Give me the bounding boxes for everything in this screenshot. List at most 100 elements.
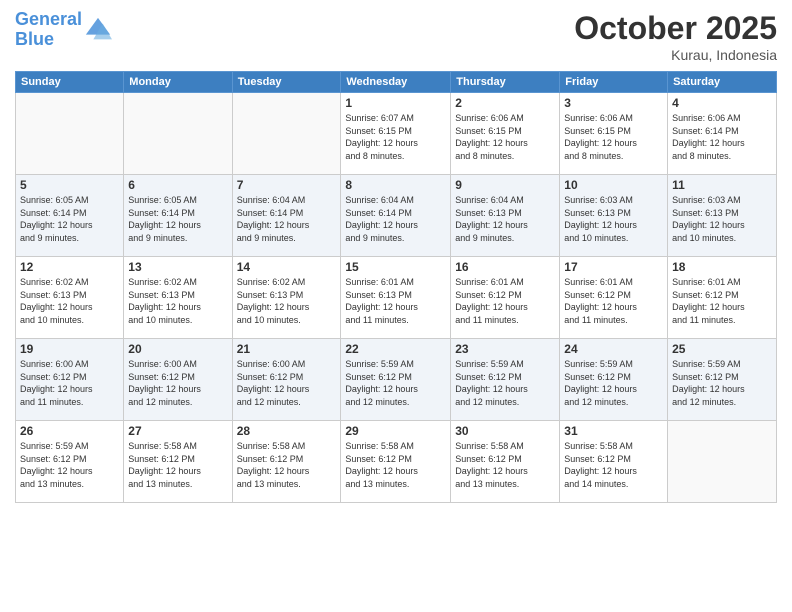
day-info: Sunrise: 5:58 AM Sunset: 6:12 PM Dayligh… (455, 440, 555, 490)
calendar-cell: 30 Sunrise: 5:58 AM Sunset: 6:12 PM Dayli… (451, 421, 560, 503)
day-info: Sunrise: 6:03 AM Sunset: 6:13 PM Dayligh… (564, 194, 663, 244)
day-info: Sunrise: 6:06 AM Sunset: 6:15 PM Dayligh… (455, 112, 555, 162)
day-info: Sunrise: 5:58 AM Sunset: 6:12 PM Dayligh… (128, 440, 227, 490)
calendar-cell: 14 Sunrise: 6:02 AM Sunset: 6:13 PM Dayli… (232, 257, 341, 339)
day-number: 9 (455, 178, 555, 192)
calendar-cell: 23Sunrise: 5:59 AM Sunset: 6:12 PM Dayli… (451, 339, 560, 421)
day-info: Sunrise: 6:06 AM Sunset: 6:14 PM Dayligh… (672, 112, 772, 162)
weekday-header-row: SundayMondayTuesdayWednesdayThursdayFrid… (16, 72, 777, 93)
day-info: Sunrise: 6:02 AM Sunset: 6:13 PM Dayligh… (20, 276, 119, 326)
day-info: Sunrise: 6:01 AM Sunset: 6:13 PM Dayligh… (345, 276, 446, 326)
day-number: 21 (237, 342, 337, 356)
day-number: 22 (345, 342, 446, 356)
day-number: 28 (237, 424, 337, 438)
day-number: 17 (564, 260, 663, 274)
weekday-header-monday: Monday (124, 72, 232, 93)
calendar-cell: 22 Sunrise: 5:59 AM Sunset: 6:12 PM Dayli… (341, 339, 451, 421)
calendar-cell: 27 Sunrise: 5:58 AM Sunset: 6:12 PM Dayli… (124, 421, 232, 503)
day-info: Sunrise: 6:00 AM Sunset: 6:12 PM Dayligh… (237, 358, 337, 408)
day-info: Sunrise: 5:59 AM Sunset: 6:12 PM Dayligh… (672, 358, 772, 408)
weekday-header-tuesday: Tuesday (232, 72, 341, 93)
calendar-cell: 28 Sunrise: 5:58 AM Sunset: 6:12 PM Dayli… (232, 421, 341, 503)
calendar-cell: 5 Sunrise: 6:05 AM Sunset: 6:14 PM Daylig… (16, 175, 124, 257)
calendar-cell: 15 Sunrise: 6:01 AM Sunset: 6:13 PM Dayli… (341, 257, 451, 339)
day-number: 27 (128, 424, 227, 438)
day-info: Sunrise: 6:00 AM Sunset: 6:12 PM Dayligh… (128, 358, 227, 408)
weekday-header-sunday: Sunday (16, 72, 124, 93)
day-info: Sunrise: 6:02 AM Sunset: 6:13 PM Dayligh… (237, 276, 337, 326)
day-info: Sunrise: 6:03 AM Sunset: 6:13 PM Dayligh… (672, 194, 772, 244)
calendar-cell: 31 Sunrise: 5:58 AM Sunset: 6:12 PM Dayli… (560, 421, 668, 503)
day-number: 20 (128, 342, 227, 356)
calendar-cell: 8 Sunrise: 6:04 AM Sunset: 6:14 PM Daylig… (341, 175, 451, 257)
logo-text: General Blue (15, 10, 82, 50)
day-number: 4 (672, 96, 772, 110)
day-number: 5 (20, 178, 119, 192)
day-number: 11 (672, 178, 772, 192)
day-info: Sunrise: 6:02 AM Sunset: 6:13 PM Dayligh… (128, 276, 227, 326)
month-title: October 2025 (574, 10, 777, 47)
day-number: 1 (345, 96, 446, 110)
calendar-cell: 12 Sunrise: 6:02 AM Sunset: 6:13 PM Dayli… (16, 257, 124, 339)
day-info: Sunrise: 5:58 AM Sunset: 6:12 PM Dayligh… (345, 440, 446, 490)
day-number: 16 (455, 260, 555, 274)
calendar-cell: 9 Sunrise: 6:04 AM Sunset: 6:13 PM Daylig… (451, 175, 560, 257)
day-number: 31 (564, 424, 663, 438)
logo-icon (84, 16, 112, 44)
calendar-cell: 17 Sunrise: 6:01 AM Sunset: 6:12 PM Dayli… (560, 257, 668, 339)
page-header: General Blue October 2025 Kurau, Indones… (15, 10, 777, 63)
day-number: 13 (128, 260, 227, 274)
day-number: 15 (345, 260, 446, 274)
calendar-cell: 18Sunrise: 6:01 AM Sunset: 6:12 PM Dayli… (668, 257, 777, 339)
day-info: Sunrise: 6:05 AM Sunset: 6:14 PM Dayligh… (20, 194, 119, 244)
calendar-week-3: 12 Sunrise: 6:02 AM Sunset: 6:13 PM Dayli… (16, 257, 777, 339)
calendar-cell: 4 Sunrise: 6:06 AM Sunset: 6:14 PM Daylig… (668, 93, 777, 175)
day-info: Sunrise: 6:06 AM Sunset: 6:15 PM Dayligh… (564, 112, 663, 162)
calendar-cell: 3 Sunrise: 6:06 AM Sunset: 6:15 PM Daylig… (560, 93, 668, 175)
calendar-cell: 7Sunrise: 6:04 AM Sunset: 6:14 PM Daylig… (232, 175, 341, 257)
day-info: Sunrise: 6:04 AM Sunset: 6:14 PM Dayligh… (345, 194, 446, 244)
day-number: 12 (20, 260, 119, 274)
calendar-cell: 21 Sunrise: 6:00 AM Sunset: 6:12 PM Dayli… (232, 339, 341, 421)
weekday-header-wednesday: Wednesday (341, 72, 451, 93)
logo: General Blue (15, 10, 112, 50)
calendar-cell: 13 Sunrise: 6:02 AM Sunset: 6:13 PM Dayli… (124, 257, 232, 339)
day-number: 26 (20, 424, 119, 438)
calendar-cell: 11 Sunrise: 6:03 AM Sunset: 6:13 PM Dayli… (668, 175, 777, 257)
calendar-week-4: 19Sunrise: 6:00 AM Sunset: 6:12 PM Dayli… (16, 339, 777, 421)
day-number: 2 (455, 96, 555, 110)
calendar-cell: 10Sunrise: 6:03 AM Sunset: 6:13 PM Dayli… (560, 175, 668, 257)
calendar-cell: 20 Sunrise: 6:00 AM Sunset: 6:12 PM Dayli… (124, 339, 232, 421)
calendar-cell: 1Sunrise: 6:07 AM Sunset: 6:15 PM Daylig… (341, 93, 451, 175)
calendar-week-2: 5 Sunrise: 6:05 AM Sunset: 6:14 PM Daylig… (16, 175, 777, 257)
day-number: 29 (345, 424, 446, 438)
calendar-week-5: 26 Sunrise: 5:59 AM Sunset: 6:12 PM Dayli… (16, 421, 777, 503)
day-info: Sunrise: 6:04 AM Sunset: 6:13 PM Dayligh… (455, 194, 555, 244)
day-info: Sunrise: 5:59 AM Sunset: 6:12 PM Dayligh… (455, 358, 555, 408)
day-info: Sunrise: 6:05 AM Sunset: 6:14 PM Dayligh… (128, 194, 227, 244)
calendar-cell: 25 Sunrise: 5:59 AM Sunset: 6:12 PM Dayli… (668, 339, 777, 421)
day-info: Sunrise: 5:58 AM Sunset: 6:12 PM Dayligh… (237, 440, 337, 490)
day-info: Sunrise: 6:01 AM Sunset: 6:12 PM Dayligh… (455, 276, 555, 326)
day-info: Sunrise: 5:58 AM Sunset: 6:12 PM Dayligh… (564, 440, 663, 490)
day-info: Sunrise: 6:01 AM Sunset: 6:12 PM Dayligh… (564, 276, 663, 326)
day-number: 18 (672, 260, 772, 274)
day-info: Sunrise: 5:59 AM Sunset: 6:12 PM Dayligh… (345, 358, 446, 408)
calendar-cell: 29 Sunrise: 5:58 AM Sunset: 6:12 PM Dayli… (341, 421, 451, 503)
calendar-cell: 2 Sunrise: 6:06 AM Sunset: 6:15 PM Daylig… (451, 93, 560, 175)
day-number: 3 (564, 96, 663, 110)
calendar-cell: 26 Sunrise: 5:59 AM Sunset: 6:12 PM Dayli… (16, 421, 124, 503)
day-info: Sunrise: 6:00 AM Sunset: 6:12 PM Dayligh… (20, 358, 119, 408)
calendar-cell (668, 421, 777, 503)
day-number: 8 (345, 178, 446, 192)
weekday-header-saturday: Saturday (668, 72, 777, 93)
day-info: Sunrise: 5:59 AM Sunset: 6:12 PM Dayligh… (20, 440, 119, 490)
day-number: 30 (455, 424, 555, 438)
day-number: 6 (128, 178, 227, 192)
calendar-cell (16, 93, 124, 175)
day-number: 14 (237, 260, 337, 274)
calendar-cell: 6 Sunrise: 6:05 AM Sunset: 6:14 PM Daylig… (124, 175, 232, 257)
location-subtitle: Kurau, Indonesia (574, 47, 777, 63)
day-number: 25 (672, 342, 772, 356)
day-info: Sunrise: 6:04 AM Sunset: 6:14 PM Dayligh… (237, 194, 337, 244)
